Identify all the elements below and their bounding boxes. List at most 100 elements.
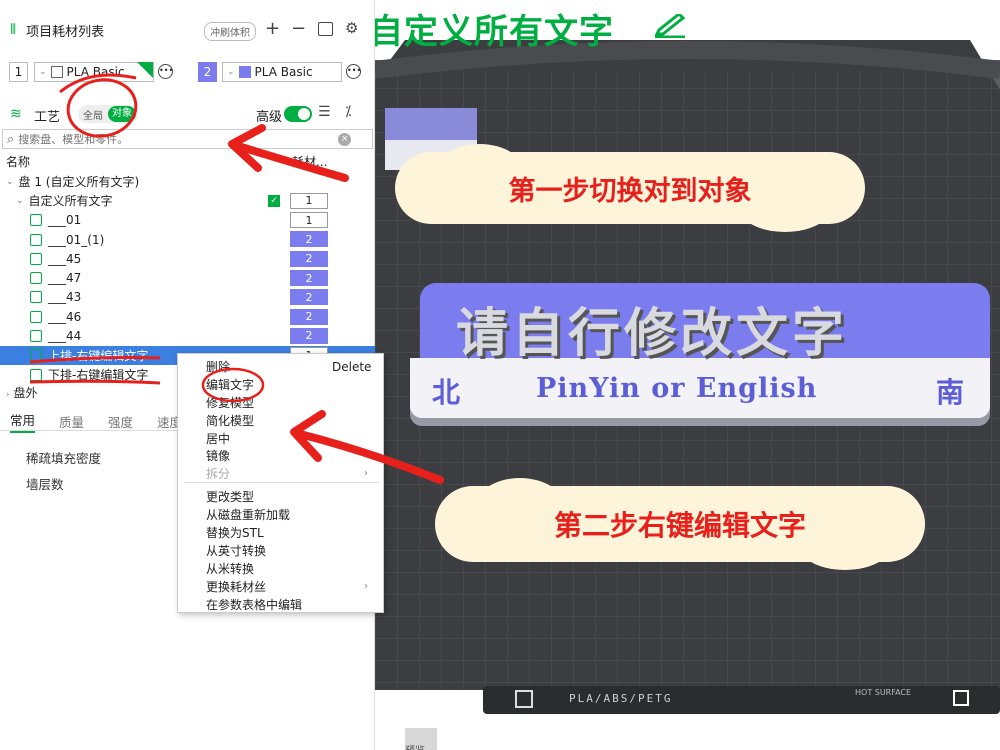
bottom-tab-preview[interactable]: 预览: [405, 742, 425, 750]
scope-global[interactable]: 全局: [78, 107, 108, 122]
tab-quality[interactable]: 质量: [59, 412, 84, 431]
context-menu-item[interactable]: 删除 Delete: [206, 358, 376, 375]
3d-viewport[interactable]: 自定义所有文字 请自行修改文字 北 PinYin or English 南 PL…: [375, 0, 1000, 750]
check-icon[interactable]: ✓: [268, 194, 280, 207]
context-menu-item[interactable]: 编辑文字: [206, 376, 376, 393]
advanced-label: 高级: [256, 110, 283, 125]
context-menu-item[interactable]: 从磁盘重新加载: [206, 506, 376, 523]
filament-index-box[interactable]: 2: [290, 250, 328, 267]
filament-2-select[interactable]: ⌄ PLA Basic: [222, 62, 342, 82]
plate-icon: [515, 690, 533, 708]
chevron-down-icon: ⌄: [227, 67, 235, 77]
sign-main-text: 请自行修改文字: [456, 304, 849, 364]
search-box[interactable]: ⌕ ×: [2, 129, 373, 149]
shortcut-label: Delete: [332, 359, 372, 374]
context-menu-item-label: 更换耗材丝: [206, 580, 267, 594]
context-menu-item[interactable]: 简化模型: [206, 412, 376, 429]
filament-index-box[interactable]: 2: [290, 308, 328, 325]
advanced-toggle[interactable]: [284, 106, 312, 122]
context-menu-item[interactable]: 替换为STL: [206, 524, 376, 541]
context-menu-item-label: 镜像: [206, 449, 231, 463]
filament-index-box[interactable]: 2: [290, 231, 328, 248]
filament-list-icon: ⦀: [10, 22, 17, 38]
sign-model[interactable]: 请自行修改文字 北 PinYin or English 南: [410, 283, 990, 428]
context-menu-item-label: 编辑文字: [206, 378, 255, 392]
sign-left-char: 北: [432, 376, 461, 409]
tab-strength[interactable]: 强度: [108, 412, 133, 431]
chevron-down-icon[interactable]: ⌄: [16, 196, 24, 206]
context-menu-item[interactable]: 更换耗材丝 ›: [206, 578, 376, 595]
context-menu-item-label: 从米转换: [206, 562, 255, 576]
filament-index-box[interactable]: 1: [290, 192, 328, 209]
chevron-right-icon: ›: [364, 450, 368, 461]
filament-1-select[interactable]: ⌄ PLA Basic: [34, 62, 154, 82]
toggle-knob: [298, 108, 310, 120]
sign-right-char: 南: [936, 376, 965, 409]
part-icon: [30, 233, 42, 246]
process-label: 工艺: [34, 110, 61, 125]
context-menu-item-label: 从磁盘重新加载: [206, 508, 291, 522]
context-menu-item-label: 更改类型: [206, 490, 255, 504]
context-menu-item[interactable]: 从米转换: [206, 560, 376, 577]
search-input[interactable]: [18, 132, 339, 146]
context-menu-item-label: 从英寸转换: [206, 544, 267, 558]
tree-item-label: 自定义所有文字: [28, 194, 113, 209]
tree-item-label: ___46: [48, 309, 82, 324]
filament-index-box[interactable]: 2: [290, 270, 328, 286]
filament-index-box[interactable]: 2: [290, 327, 328, 344]
context-menu-item-label: 拆分: [206, 467, 231, 481]
tree-item-label: ___45: [48, 251, 82, 266]
filament-2-more-icon[interactable]: •••: [346, 64, 361, 79]
context-menu-item: 拆分 ›: [206, 465, 376, 482]
tree-header-filament: 耗材...: [292, 155, 328, 169]
part-icon: [30, 272, 42, 285]
filament-1-name: PLA Basic: [66, 65, 125, 79]
compare-icon[interactable]: ⁒: [345, 104, 351, 120]
annotation-step1: 第一步切换对到对象: [405, 144, 855, 232]
context-menu-item[interactable]: 镜像 ›: [206, 447, 376, 464]
settings-gear-icon[interactable]: ⚙: [345, 19, 358, 37]
tree-item-label: ___01_(1): [48, 232, 105, 247]
filament-index-box[interactable]: 2: [290, 289, 328, 306]
tree-item-label: 盘 1 (自定义所有文字): [18, 175, 140, 190]
context-menu-item[interactable]: 从英寸转换: [206, 542, 376, 559]
filament-2-index: 2: [198, 62, 217, 82]
context-menu-item[interactable]: 居中: [206, 430, 376, 447]
edit-pencil-icon[interactable]: [653, 11, 687, 39]
add-filament-icon[interactable]: +: [265, 18, 280, 39]
part-icon: [30, 291, 42, 304]
filament-1-color-swatch: [50, 66, 63, 78]
clear-search-icon[interactable]: ×: [338, 132, 352, 146]
list-view-icon[interactable]: ☰: [318, 104, 331, 120]
filament-1-more-icon[interactable]: •••: [158, 64, 173, 79]
home-view-icon[interactable]: [953, 690, 969, 706]
prop-wall-loops: 墙层数: [26, 477, 64, 492]
part-icon: [30, 252, 42, 265]
tree-plate-row[interactable]: ⌄ 盘 1 (自定义所有文字): [0, 172, 375, 191]
chevron-down-icon[interactable]: ⌄: [6, 177, 14, 187]
scope-object[interactable]: 对象: [108, 106, 136, 122]
context-menu-item-label: 简化模型: [206, 414, 255, 428]
sync-filament-icon[interactable]: [318, 22, 333, 36]
context-menu-item[interactable]: 在参数表格中编辑: [206, 596, 376, 613]
context-menu-item-label: 替换为STL: [206, 526, 264, 540]
filament-1-index: 1: [9, 62, 28, 82]
outside-plate-row[interactable]: › 盘外: [6, 384, 37, 401]
scope-toggle[interactable]: 全局 对象: [78, 105, 138, 123]
filament-2-name: PLA Basic: [254, 65, 313, 79]
outside-plate-label: 盘外: [13, 386, 38, 400]
context-menu-item[interactable]: 修复模型: [206, 394, 376, 411]
annotation-step2: 第二步右键编辑文字: [445, 478, 915, 570]
tree-item-label: ___47: [48, 271, 82, 286]
filament-index-box[interactable]: 1: [290, 212, 328, 229]
prop-sparse-infill: 稀疏填充密度: [26, 451, 102, 466]
tree-item-label: 下排-右键编辑文字: [48, 368, 149, 383]
context-menu-item-label: 修复模型: [206, 396, 255, 410]
process-layers-icon: ≋: [10, 106, 22, 122]
context-menu-item[interactable]: 更改类型: [206, 488, 376, 505]
flush-volume-button[interactable]: 冲刷体积: [204, 22, 256, 41]
viewport-title: 自定义所有文字: [375, 12, 614, 52]
remove-filament-icon[interactable]: −: [291, 18, 306, 39]
context-menu: 删除 Delete 编辑文字 修复模型 简化模型 居中 镜像 › 拆分 › 更改类型 从磁盘重新加载替…: [177, 353, 384, 613]
tree-header-name: 名称: [6, 155, 31, 169]
